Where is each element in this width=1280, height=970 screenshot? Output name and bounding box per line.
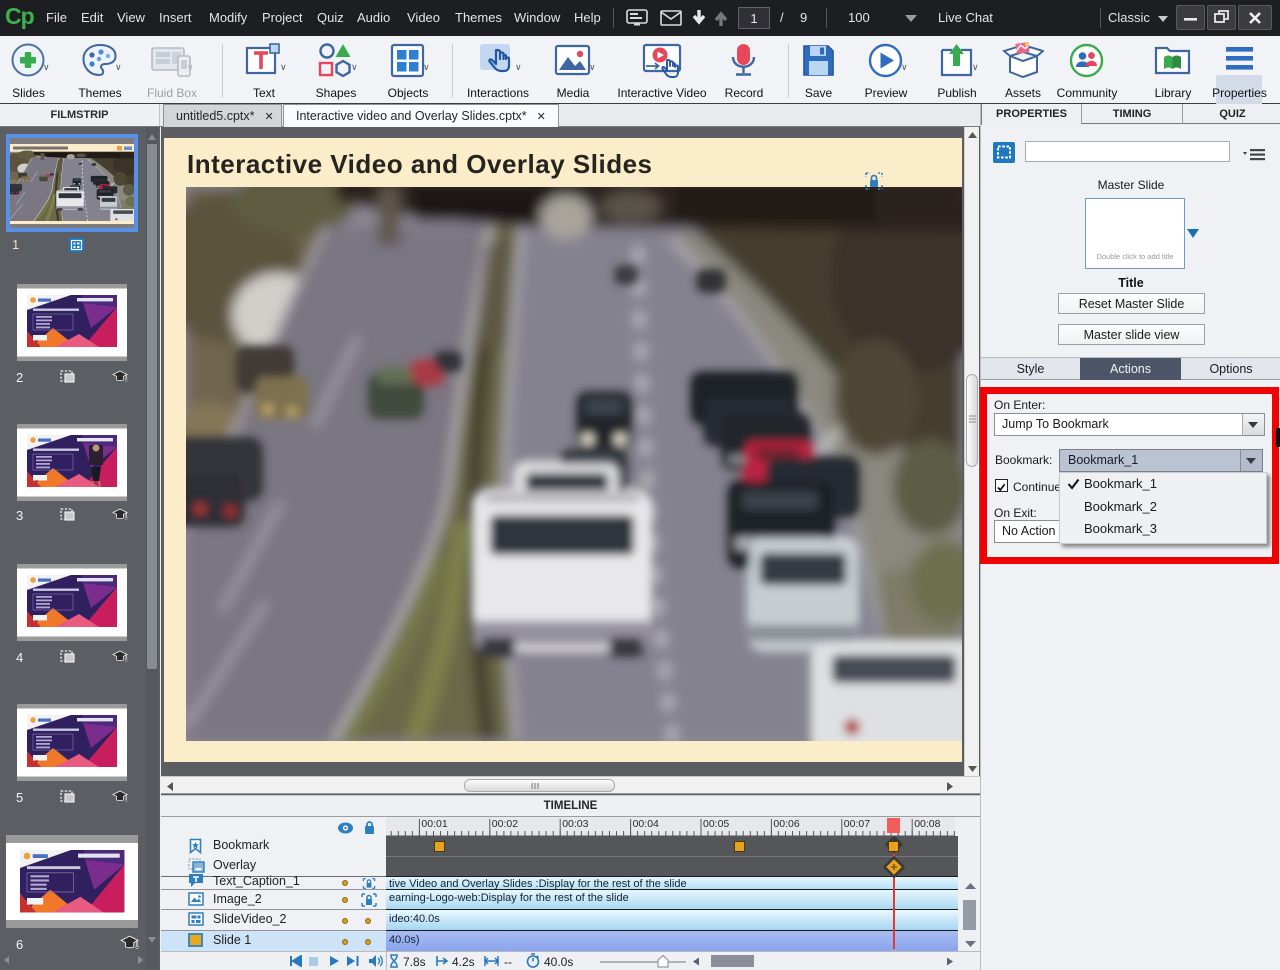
svg-text:00:06: 00:06	[773, 818, 799, 830]
svg-text:00:03: 00:03	[562, 818, 588, 830]
svg-text:Double click to add title: Double click to add title	[1096, 252, 1173, 261]
svg-text:00:02: 00:02	[492, 818, 518, 830]
svg-text:00:05: 00:05	[703, 818, 729, 830]
svg-text:00:07: 00:07	[844, 818, 870, 830]
svg-text:00:04: 00:04	[633, 818, 659, 830]
svg-text:00:01: 00:01	[421, 818, 447, 830]
svg-text:00:08: 00:08	[914, 818, 940, 830]
